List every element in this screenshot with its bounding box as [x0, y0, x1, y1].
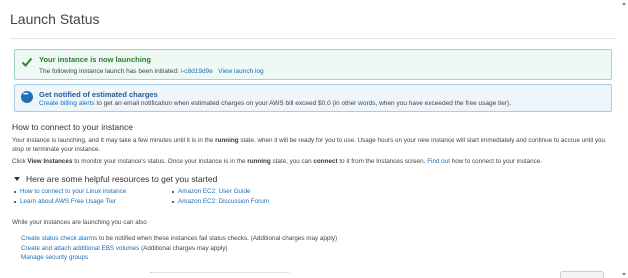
success-body-text: The following instance launch has been i… — [39, 68, 181, 75]
action1-text: to be notified when these instances fail… — [97, 235, 338, 242]
launch-actions: Create status check alarms to be notifie… — [21, 234, 337, 263]
billing-alert: Get notified of estimated charges Create… — [14, 84, 612, 112]
manage-security-groups-link[interactable]: Manage security groups — [21, 254, 88, 261]
resource-link-user-guide[interactable]: Amazon EC2: User Guide — [178, 187, 250, 197]
bullet-icon — [172, 201, 174, 203]
find-out-link[interactable]: Find out — [427, 158, 450, 165]
connect-section-title: How to connect to your instance — [12, 122, 133, 132]
billing-body: Create billing alerts to get an email no… — [39, 100, 511, 107]
success-alert: Your instance is now launching The follo… — [14, 49, 612, 80]
resources-toggle[interactable]: Here are some helpful resources to get y… — [14, 174, 217, 184]
billing-heading: Get notified of estimated charges — [39, 90, 158, 99]
footer-divider — [150, 272, 290, 273]
success-body: The following instance launch has been i… — [39, 68, 264, 75]
resource-item[interactable]: Learn about AWS Free Usage Tier — [14, 197, 126, 207]
title-divider — [10, 38, 616, 39]
footer-button[interactable] — [560, 271, 604, 278]
create-billing-alerts-link[interactable]: Create billing alerts — [39, 100, 95, 107]
resources-left-list: How to connect to your Linux instance Le… — [14, 187, 126, 207]
create-ebs-volumes-link[interactable]: Create and attach additional EBS volumes — [21, 245, 139, 252]
success-heading: Your instance is now launching — [39, 55, 151, 64]
connect-paragraph-2: Click View Instances to monitor your ins… — [12, 158, 543, 165]
triangle-down-icon — [14, 177, 20, 181]
resource-item[interactable]: Amazon EC2: User Guide — [172, 187, 269, 197]
chat-icon — [21, 91, 33, 103]
resources-title: Here are some helpful resources to get y… — [26, 174, 218, 184]
resource-item[interactable]: How to connect to your Linux instance — [14, 187, 126, 197]
page-title: Launch Status — [10, 11, 100, 27]
connect-paragraph-1: Your instance is launching, and it may t… — [12, 137, 606, 153]
resources-right-list: Amazon EC2: User Guide Amazon EC2: Discu… — [172, 187, 269, 207]
instance-id-link[interactable]: i-c8d19d9e — [181, 68, 213, 75]
billing-body-text: to get an email notification when estima… — [94, 100, 511, 107]
create-status-alarms-link[interactable]: Create status check alarms — [21, 235, 97, 242]
while-launching-text: While your instances are launching you c… — [12, 219, 147, 226]
scroll-down-icon[interactable] — [622, 273, 626, 276]
resource-link-free-tier[interactable]: Learn about AWS Free Usage Tier — [20, 197, 116, 207]
check-icon — [21, 56, 33, 68]
resource-item[interactable]: Amazon EC2: Discussion Forum — [172, 197, 269, 207]
bullet-icon — [172, 191, 174, 193]
view-launch-log-link[interactable]: View launch log — [218, 68, 263, 75]
bullet-icon — [14, 191, 16, 193]
resource-link-linux-connect[interactable]: How to connect to your Linux instance — [20, 187, 126, 197]
bullet-icon — [14, 201, 16, 203]
vertical-scrollbar[interactable] — [621, 2, 627, 276]
action2-text: (Additional charges may apply) — [139, 244, 228, 252]
scroll-up-icon[interactable] — [622, 2, 626, 5]
resource-link-forum[interactable]: Amazon EC2: Discussion Forum — [178, 197, 269, 207]
launch-status-page: Launch Status Your instance is now launc… — [0, 0, 628, 278]
